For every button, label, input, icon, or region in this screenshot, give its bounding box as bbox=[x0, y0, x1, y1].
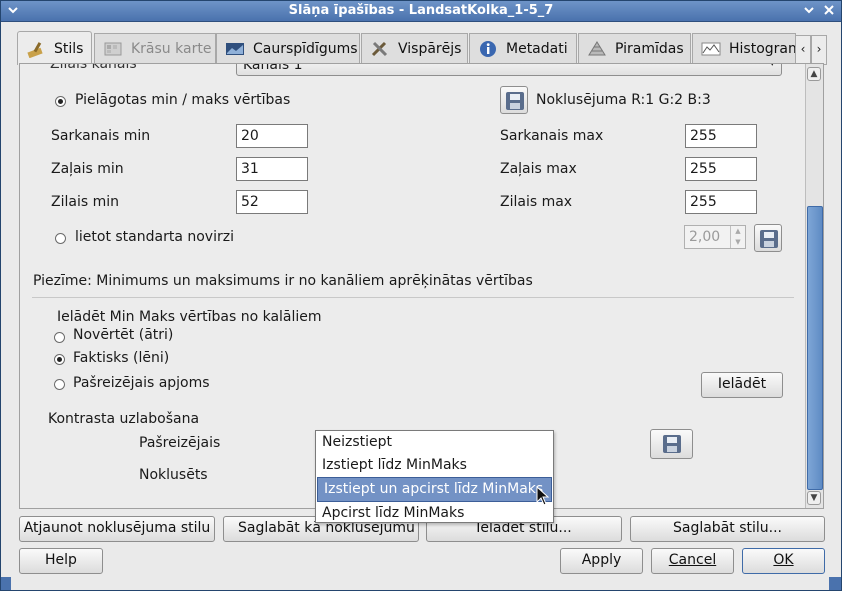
current-extent-radio[interactable] bbox=[54, 379, 65, 390]
cancel-button[interactable]: Cancel bbox=[651, 548, 734, 574]
chevron-right-icon: › bbox=[816, 42, 822, 56]
custom-minmax-radio[interactable] bbox=[55, 96, 66, 107]
dropdown-option[interactable]: Izstiept līdz MinMaks bbox=[316, 454, 553, 477]
tab-stils-label: Stils bbox=[54, 40, 84, 57]
green-max-field[interactable]: 255 bbox=[685, 157, 757, 181]
tab-caurspidigums[interactable]: Caurspīdīgums bbox=[216, 33, 360, 63]
histogram-icon bbox=[701, 40, 721, 58]
actual-label: Faktisks (lēni) bbox=[73, 350, 170, 366]
scroll-down-icon[interactable]: ▼ bbox=[807, 491, 821, 505]
default-contrast-label: Noklusēts bbox=[139, 467, 208, 483]
spin-arrows-icon[interactable]: ▲ ▼ bbox=[730, 226, 745, 248]
chevron-left-icon: ‹ bbox=[800, 42, 806, 56]
contrast-title: Kontrasta uzlabošana bbox=[48, 411, 200, 427]
ok-button[interactable]: OK bbox=[742, 548, 825, 574]
dropdown-option[interactable]: Apcirst līdz MinMaks bbox=[316, 502, 553, 525]
apply-button[interactable]: Apply bbox=[560, 548, 643, 574]
pyramid-icon bbox=[587, 40, 607, 58]
blue-channel-combo[interactable]: Kanāls 1 ▾ bbox=[236, 63, 782, 76]
tab-caurspidigums-label: Caurspīdīgums bbox=[253, 40, 358, 57]
red-min-field[interactable]: 20 bbox=[236, 124, 308, 148]
layer-properties-window: Slāņa īpašības - LandsatKolka_1-5_7 Stil… bbox=[0, 0, 842, 591]
panel-scrollbar[interactable]: ▲ ▼ bbox=[805, 64, 823, 508]
load-minmax-title: Ielādēt Min Maks vērtības no kalāliem bbox=[57, 309, 322, 325]
resize-grip-right[interactable] bbox=[829, 577, 841, 590]
red-min-label: Sarkanais min bbox=[51, 128, 151, 144]
default-rgb-label: Noklusējuma R:1 G:2 B:3 bbox=[536, 92, 711, 108]
window-title: Slāņa īpašības - LandsatKolka_1-5_7 bbox=[288, 3, 554, 18]
blue-min-label: Zilais min bbox=[51, 194, 119, 210]
restore-default-style-button[interactable]: Atjaunot noklusējuma stilu bbox=[19, 516, 215, 542]
tab-histogram[interactable]: Histogram bbox=[692, 33, 796, 63]
green-max-label: Zaļais max bbox=[500, 161, 577, 177]
load-minmax-button[interactable]: Ielādēt bbox=[701, 372, 783, 398]
scroll-up-icon[interactable]: ▲ bbox=[807, 67, 821, 81]
minmax-note: Piezīme: Minimums un maksimums ir no kan… bbox=[33, 273, 533, 289]
minimize-icon[interactable] bbox=[801, 3, 817, 18]
help-button[interactable]: Help bbox=[19, 548, 103, 574]
blue-min-field[interactable]: 52 bbox=[236, 190, 308, 214]
floppy-disk-icon bbox=[506, 92, 524, 110]
tab-krasu-karte-label: Krāsu karte bbox=[131, 40, 212, 57]
green-min-field[interactable]: 31 bbox=[236, 157, 308, 181]
scrollbar-thumb[interactable] bbox=[807, 206, 823, 490]
estimate-radio[interactable] bbox=[54, 332, 65, 343]
current-contrast-label: Pašreizējais bbox=[139, 435, 221, 451]
stddev-spinbox[interactable]: 2,00 ▲ ▼ bbox=[684, 225, 746, 249]
blue-channel-value: Kanāls 1 bbox=[243, 63, 303, 73]
palette-icon bbox=[103, 40, 123, 58]
actual-radio[interactable] bbox=[54, 354, 65, 365]
blue-max-field[interactable]: 255 bbox=[685, 190, 757, 214]
close-icon[interactable] bbox=[821, 3, 837, 18]
save-style-button[interactable]: Saglabāt stilu... bbox=[630, 516, 825, 542]
save-stddev-button[interactable] bbox=[754, 224, 782, 252]
stddev-value: 2,00 bbox=[689, 229, 721, 245]
dropdown-option[interactable]: Neizstiept bbox=[316, 431, 553, 454]
tab-piramidas[interactable]: Piramīdas bbox=[578, 33, 691, 63]
title-bar[interactable]: Slāņa īpašības - LandsatKolka_1-5_7 bbox=[1, 1, 841, 22]
red-max-field[interactable]: 255 bbox=[685, 124, 757, 148]
save-default-bands-button[interactable] bbox=[500, 86, 528, 114]
stddev-label: lietot standarta novirzi bbox=[75, 229, 234, 245]
tab-scroll-left[interactable]: ‹ bbox=[795, 35, 811, 65]
tab-metadati-label: Metadati bbox=[506, 40, 568, 57]
divider bbox=[32, 297, 794, 298]
green-min-label: Zaļais min bbox=[51, 161, 124, 177]
stddev-radio[interactable] bbox=[55, 233, 66, 244]
info-icon bbox=[478, 40, 498, 58]
transparency-icon bbox=[225, 40, 245, 58]
brush-icon bbox=[26, 40, 46, 58]
tab-scroll-right[interactable]: › bbox=[811, 35, 827, 65]
floppy-disk-icon bbox=[760, 230, 778, 248]
custom-minmax-label: Pielāgotas min / maks vērtības bbox=[75, 92, 291, 108]
current-extent-label: Pašreizējais apjoms bbox=[73, 375, 210, 391]
blue-max-label: Zilais max bbox=[500, 194, 573, 210]
tools-icon bbox=[370, 40, 390, 58]
tab-metadati[interactable]: Metadati bbox=[469, 33, 577, 63]
blue-channel-label: Zilais kanāls bbox=[50, 63, 137, 72]
tab-piramidas-label: Piramīdas bbox=[615, 40, 684, 57]
red-max-label: Sarkanais max bbox=[500, 128, 604, 144]
tab-visparejs[interactable]: Vispārējs bbox=[361, 33, 468, 63]
dropdown-option-selected[interactable]: Izstiept un apcirst līdz MinMaks bbox=[317, 477, 552, 502]
mouse-pointer-icon bbox=[536, 485, 550, 510]
chevron-down-icon: ▾ bbox=[769, 64, 775, 69]
estimate-label: Novērtēt (ātri) bbox=[73, 327, 174, 343]
tab-stils[interactable]: Stils bbox=[17, 31, 92, 65]
tab-visparejs-label: Vispārējs bbox=[398, 40, 462, 57]
floppy-disk-icon bbox=[663, 435, 681, 453]
contrast-dropdown-list[interactable]: Neizstiept Izstiept līdz MinMaks Izstiep… bbox=[315, 430, 554, 523]
resize-grip-left[interactable] bbox=[1, 577, 11, 590]
save-contrast-button[interactable] bbox=[650, 429, 693, 459]
tab-histogram-label: Histogram bbox=[729, 40, 796, 57]
tab-krasu-karte[interactable]: Krāsu karte bbox=[94, 33, 216, 63]
tab-bar: Stils Krāsu karte Caurspīdīgums Vispārēj… bbox=[17, 31, 827, 65]
